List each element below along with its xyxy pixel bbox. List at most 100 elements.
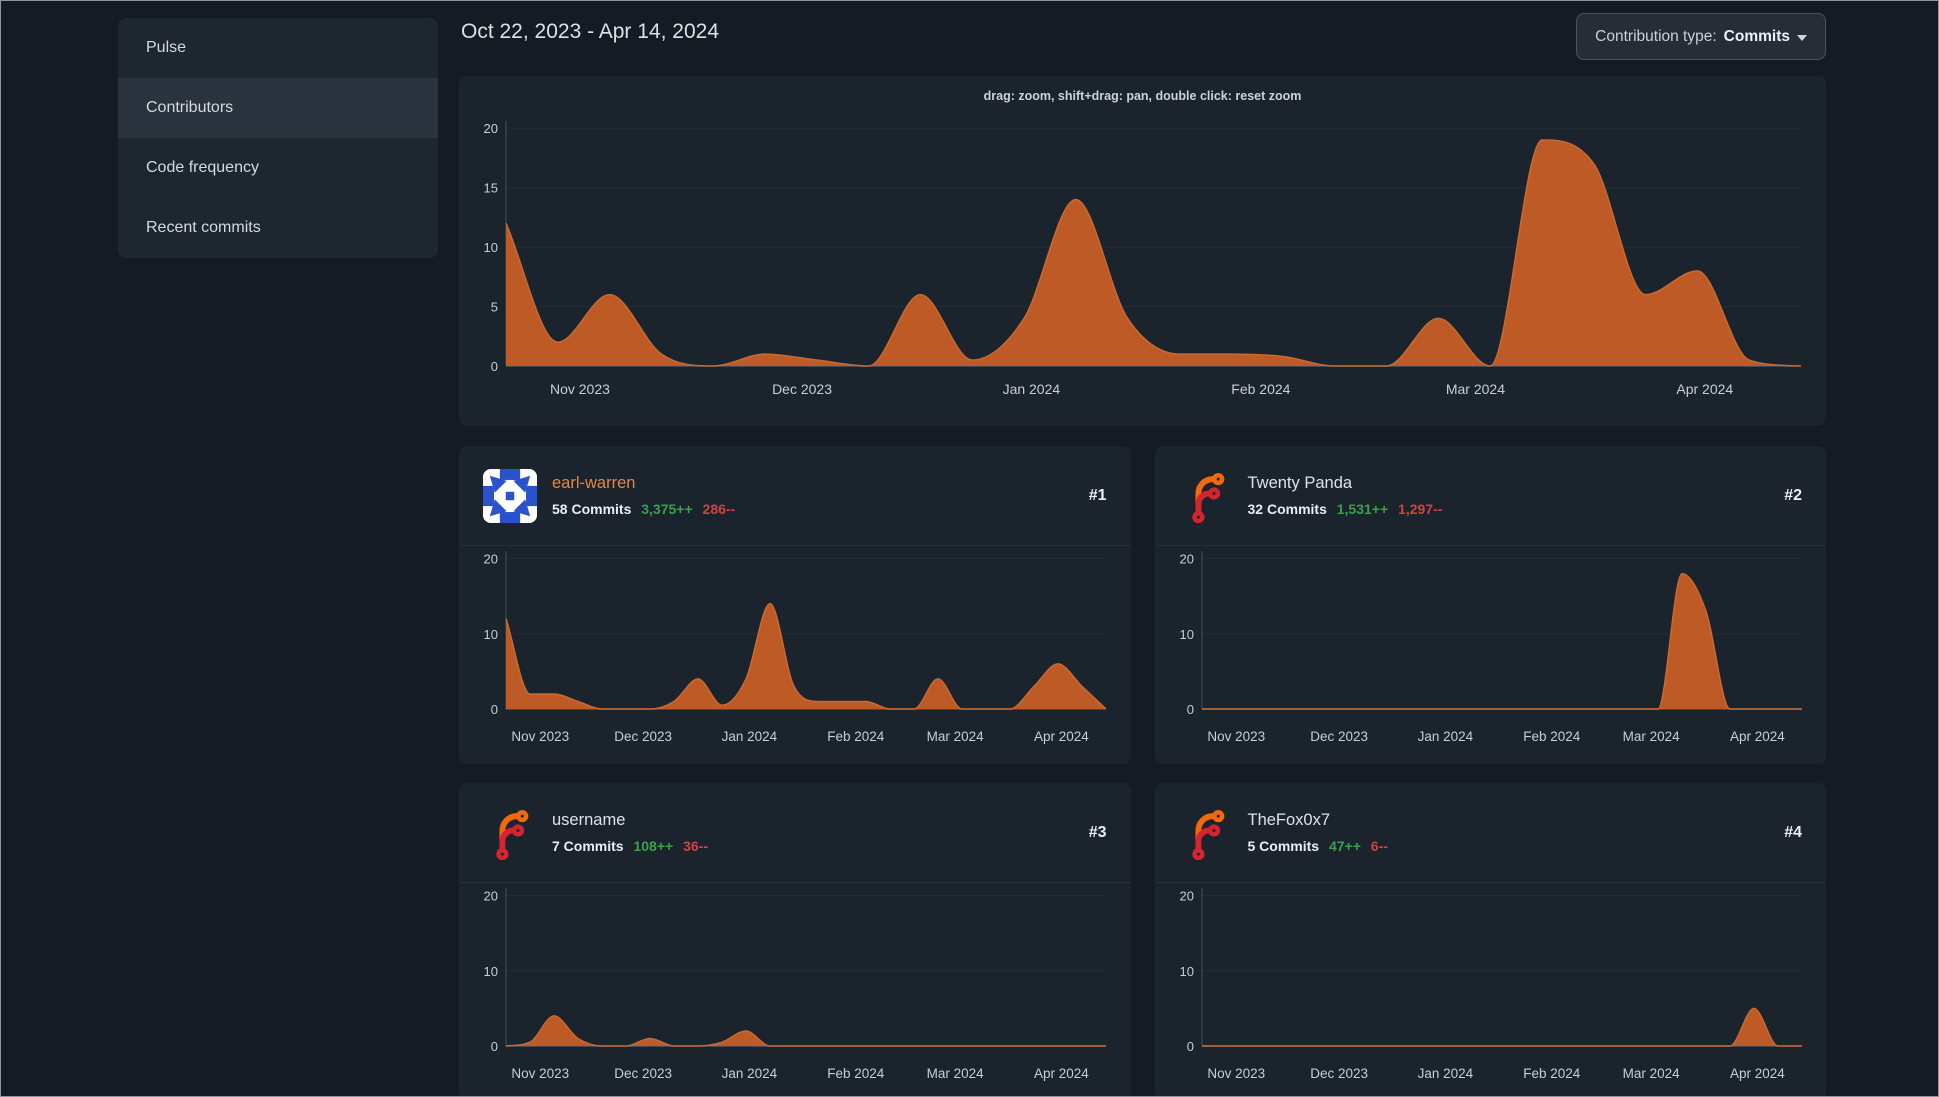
svg-text:Apr 2024: Apr 2024 bbox=[1034, 1066, 1089, 1081]
svg-text:Jan 2024: Jan 2024 bbox=[1417, 1066, 1473, 1081]
deletions-count: 1,297-- bbox=[1398, 500, 1443, 517]
svg-text:Apr 2024: Apr 2024 bbox=[1034, 729, 1089, 744]
rank-badge: #3 bbox=[1088, 823, 1107, 841]
svg-text:10: 10 bbox=[484, 964, 498, 979]
page: Pulse Contributors Code frequency Recent… bbox=[0, 0, 1939, 1097]
svg-text:Dec 2023: Dec 2023 bbox=[614, 1066, 672, 1081]
deletions-count: 286-- bbox=[702, 500, 736, 517]
svg-text:20: 20 bbox=[1179, 889, 1193, 904]
svg-text:Nov 2023: Nov 2023 bbox=[1207, 729, 1265, 744]
svg-text:20: 20 bbox=[484, 121, 498, 136]
sidebar-item-code-frequency[interactable]: Code frequency bbox=[118, 138, 438, 198]
rank-badge: #4 bbox=[1784, 823, 1802, 841]
sidebar-item-contributors[interactable]: Contributors bbox=[118, 78, 438, 138]
contributor-activity-chart[interactable]: 0 10 20 Nov 2023 Dec 2023 Jan 2024 Feb 2024 Mar… bbox=[1155, 883, 1826, 1097]
contributor-name: username bbox=[552, 810, 626, 829]
svg-text:Dec 2023: Dec 2023 bbox=[1310, 1066, 1368, 1081]
contribution-type-label: Contribution type: bbox=[1595, 27, 1717, 45]
sidebar-item-recent-commits[interactable]: Recent commits bbox=[118, 198, 438, 258]
avatar[interactable] bbox=[1179, 469, 1233, 523]
contributor-activity-chart[interactable]: 0 10 20 Nov 2023 Dec 2023 Jan 2024 Feb 2024 Mar… bbox=[459, 883, 1130, 1097]
identicon-avatar-image bbox=[483, 468, 537, 523]
svg-text:Apr 2024: Apr 2024 bbox=[1676, 381, 1733, 397]
forgejo-logo-icon bbox=[1191, 472, 1224, 523]
svg-text:0: 0 bbox=[491, 359, 498, 374]
svg-text:Mar 2024: Mar 2024 bbox=[1446, 381, 1505, 397]
commit-count: 32 Commits bbox=[1247, 500, 1327, 517]
svg-text:Jan 2024: Jan 2024 bbox=[722, 1066, 778, 1081]
sidebar-item-pulse[interactable]: Pulse bbox=[118, 18, 438, 78]
svg-text:Apr 2024: Apr 2024 bbox=[1730, 729, 1785, 744]
contributor-name-link[interactable]: earl-warren bbox=[552, 472, 735, 496]
contributor-activity-chart[interactable]: 0 10 20 Nov 2023 Dec 2023 Jan 2024 Feb 2024 Mar… bbox=[459, 546, 1130, 764]
svg-text:Nov 2023: Nov 2023 bbox=[550, 381, 610, 397]
commit-count: 5 Commits bbox=[1247, 837, 1320, 854]
svg-text:0: 0 bbox=[1186, 702, 1193, 717]
contributor-stats: 58 Commits 3,375++ 286-- bbox=[552, 499, 735, 519]
contributor-activity-chart[interactable]: 0 10 20 Nov 2023 Dec 2023 Jan 2024 Feb 2024 Mar… bbox=[1155, 546, 1826, 764]
additions-count: 3,375++ bbox=[641, 500, 693, 517]
svg-text:20: 20 bbox=[484, 889, 498, 904]
forgejo-logo-icon bbox=[1191, 809, 1224, 860]
chart-zoom-hint: drag: zoom, shift+drag: pan, double clic… bbox=[983, 89, 1302, 103]
svg-text:0: 0 bbox=[1186, 1039, 1193, 1054]
svg-text:Feb 2024: Feb 2024 bbox=[1523, 1066, 1581, 1081]
svg-text:Feb 2024: Feb 2024 bbox=[827, 729, 885, 744]
contributor-card-header: username 7 Commits 108++ 36-- #3 bbox=[459, 783, 1131, 883]
svg-text:Feb 2024: Feb 2024 bbox=[1231, 381, 1290, 397]
contributions-overview-chart[interactable]: 0 5 10 15 20 Nov 2023 Dec 2023 Jan 2024 Feb 2024… bbox=[459, 76, 1826, 426]
contributor-stats: 32 Commits 1,531++ 1,297-- bbox=[1248, 499, 1443, 519]
svg-text:10: 10 bbox=[484, 627, 498, 642]
svg-text:Mar 2024: Mar 2024 bbox=[1622, 729, 1680, 744]
contributor-cards-grid: earl-warren 58 Commits 3,375++ 286-- #1 … bbox=[459, 446, 1826, 1097]
contribution-type-value: Commits bbox=[1723, 27, 1790, 45]
svg-text:Jan 2024: Jan 2024 bbox=[1003, 381, 1061, 397]
deletions-count: 6-- bbox=[1370, 837, 1388, 854]
additions-count: 47++ bbox=[1328, 837, 1361, 854]
deletions-count: 36-- bbox=[683, 837, 708, 854]
contributor-card-1: earl-warren 58 Commits 3,375++ 286-- #1 … bbox=[459, 446, 1131, 764]
rank-badge: #1 bbox=[1088, 486, 1107, 504]
svg-text:5: 5 bbox=[491, 300, 498, 315]
svg-text:10: 10 bbox=[1179, 627, 1193, 642]
contributor-identity: Twenty Panda 32 Commits 1,531++ 1,297-- bbox=[1248, 472, 1443, 519]
avatar[interactable] bbox=[483, 468, 537, 523]
svg-text:20: 20 bbox=[1179, 552, 1193, 567]
svg-text:Dec 2023: Dec 2023 bbox=[1310, 729, 1368, 744]
contributor-card-4: TheFox0x7 5 Commits 47++ 6-- #4 0 10 20 Nov… bbox=[1154, 783, 1826, 1097]
svg-text:0: 0 bbox=[491, 702, 498, 717]
svg-text:20: 20 bbox=[484, 552, 498, 567]
svg-text:10: 10 bbox=[484, 240, 498, 255]
contributor-identity: earl-warren 58 Commits 3,375++ 286-- bbox=[552, 472, 735, 519]
contributor-name: Twenty Panda bbox=[1247, 473, 1353, 492]
additions-count: 108++ bbox=[633, 837, 674, 854]
svg-text:Apr 2024: Apr 2024 bbox=[1730, 1066, 1785, 1081]
contribution-type-dropdown[interactable]: Contribution type: Commits bbox=[1576, 13, 1826, 60]
svg-text:0: 0 bbox=[491, 1039, 498, 1054]
svg-text:Mar 2024: Mar 2024 bbox=[1622, 1066, 1680, 1081]
contributor-stats: 5 Commits 47++ 6-- bbox=[1248, 836, 1388, 856]
rank-badge: #2 bbox=[1784, 486, 1802, 504]
svg-text:Nov 2023: Nov 2023 bbox=[511, 729, 569, 744]
svg-text:Dec 2023: Dec 2023 bbox=[772, 381, 832, 397]
commit-count: 7 Commits bbox=[552, 837, 624, 854]
additions-count: 1,531++ bbox=[1336, 500, 1389, 517]
contributor-identity: TheFox0x7 5 Commits 47++ 6-- bbox=[1248, 809, 1388, 856]
contributor-card-header: TheFox0x7 5 Commits 47++ 6-- #4 bbox=[1154, 783, 1826, 883]
topbar: Oct 22, 2023 - Apr 14, 2024 Contribution… bbox=[459, 1, 1826, 76]
avatar[interactable] bbox=[1179, 806, 1233, 860]
svg-text:Dec 2023: Dec 2023 bbox=[614, 729, 672, 744]
svg-text:Nov 2023: Nov 2023 bbox=[511, 1066, 569, 1081]
svg-text:15: 15 bbox=[484, 181, 498, 196]
svg-text:Jan 2024: Jan 2024 bbox=[722, 729, 778, 744]
svg-text:Mar 2024: Mar 2024 bbox=[927, 1066, 985, 1081]
forgejo-logo-icon bbox=[496, 809, 529, 860]
avatar[interactable] bbox=[483, 806, 537, 860]
date-range-title: Oct 22, 2023 - Apr 14, 2024 bbox=[461, 20, 720, 43]
main-content: Oct 22, 2023 - Apr 14, 2024 Contribution… bbox=[459, 1, 1826, 1097]
contributor-identity: username 7 Commits 108++ 36-- bbox=[552, 809, 708, 856]
contributor-card-header: Twenty Panda 32 Commits 1,531++ 1,297-- … bbox=[1154, 446, 1826, 546]
activity-nav: Pulse Contributors Code frequency Recent… bbox=[118, 18, 438, 258]
contributor-stats: 7 Commits 108++ 36-- bbox=[552, 836, 708, 856]
contributions-chart-card: drag: zoom, shift+drag: pan, double clic… bbox=[459, 76, 1826, 426]
